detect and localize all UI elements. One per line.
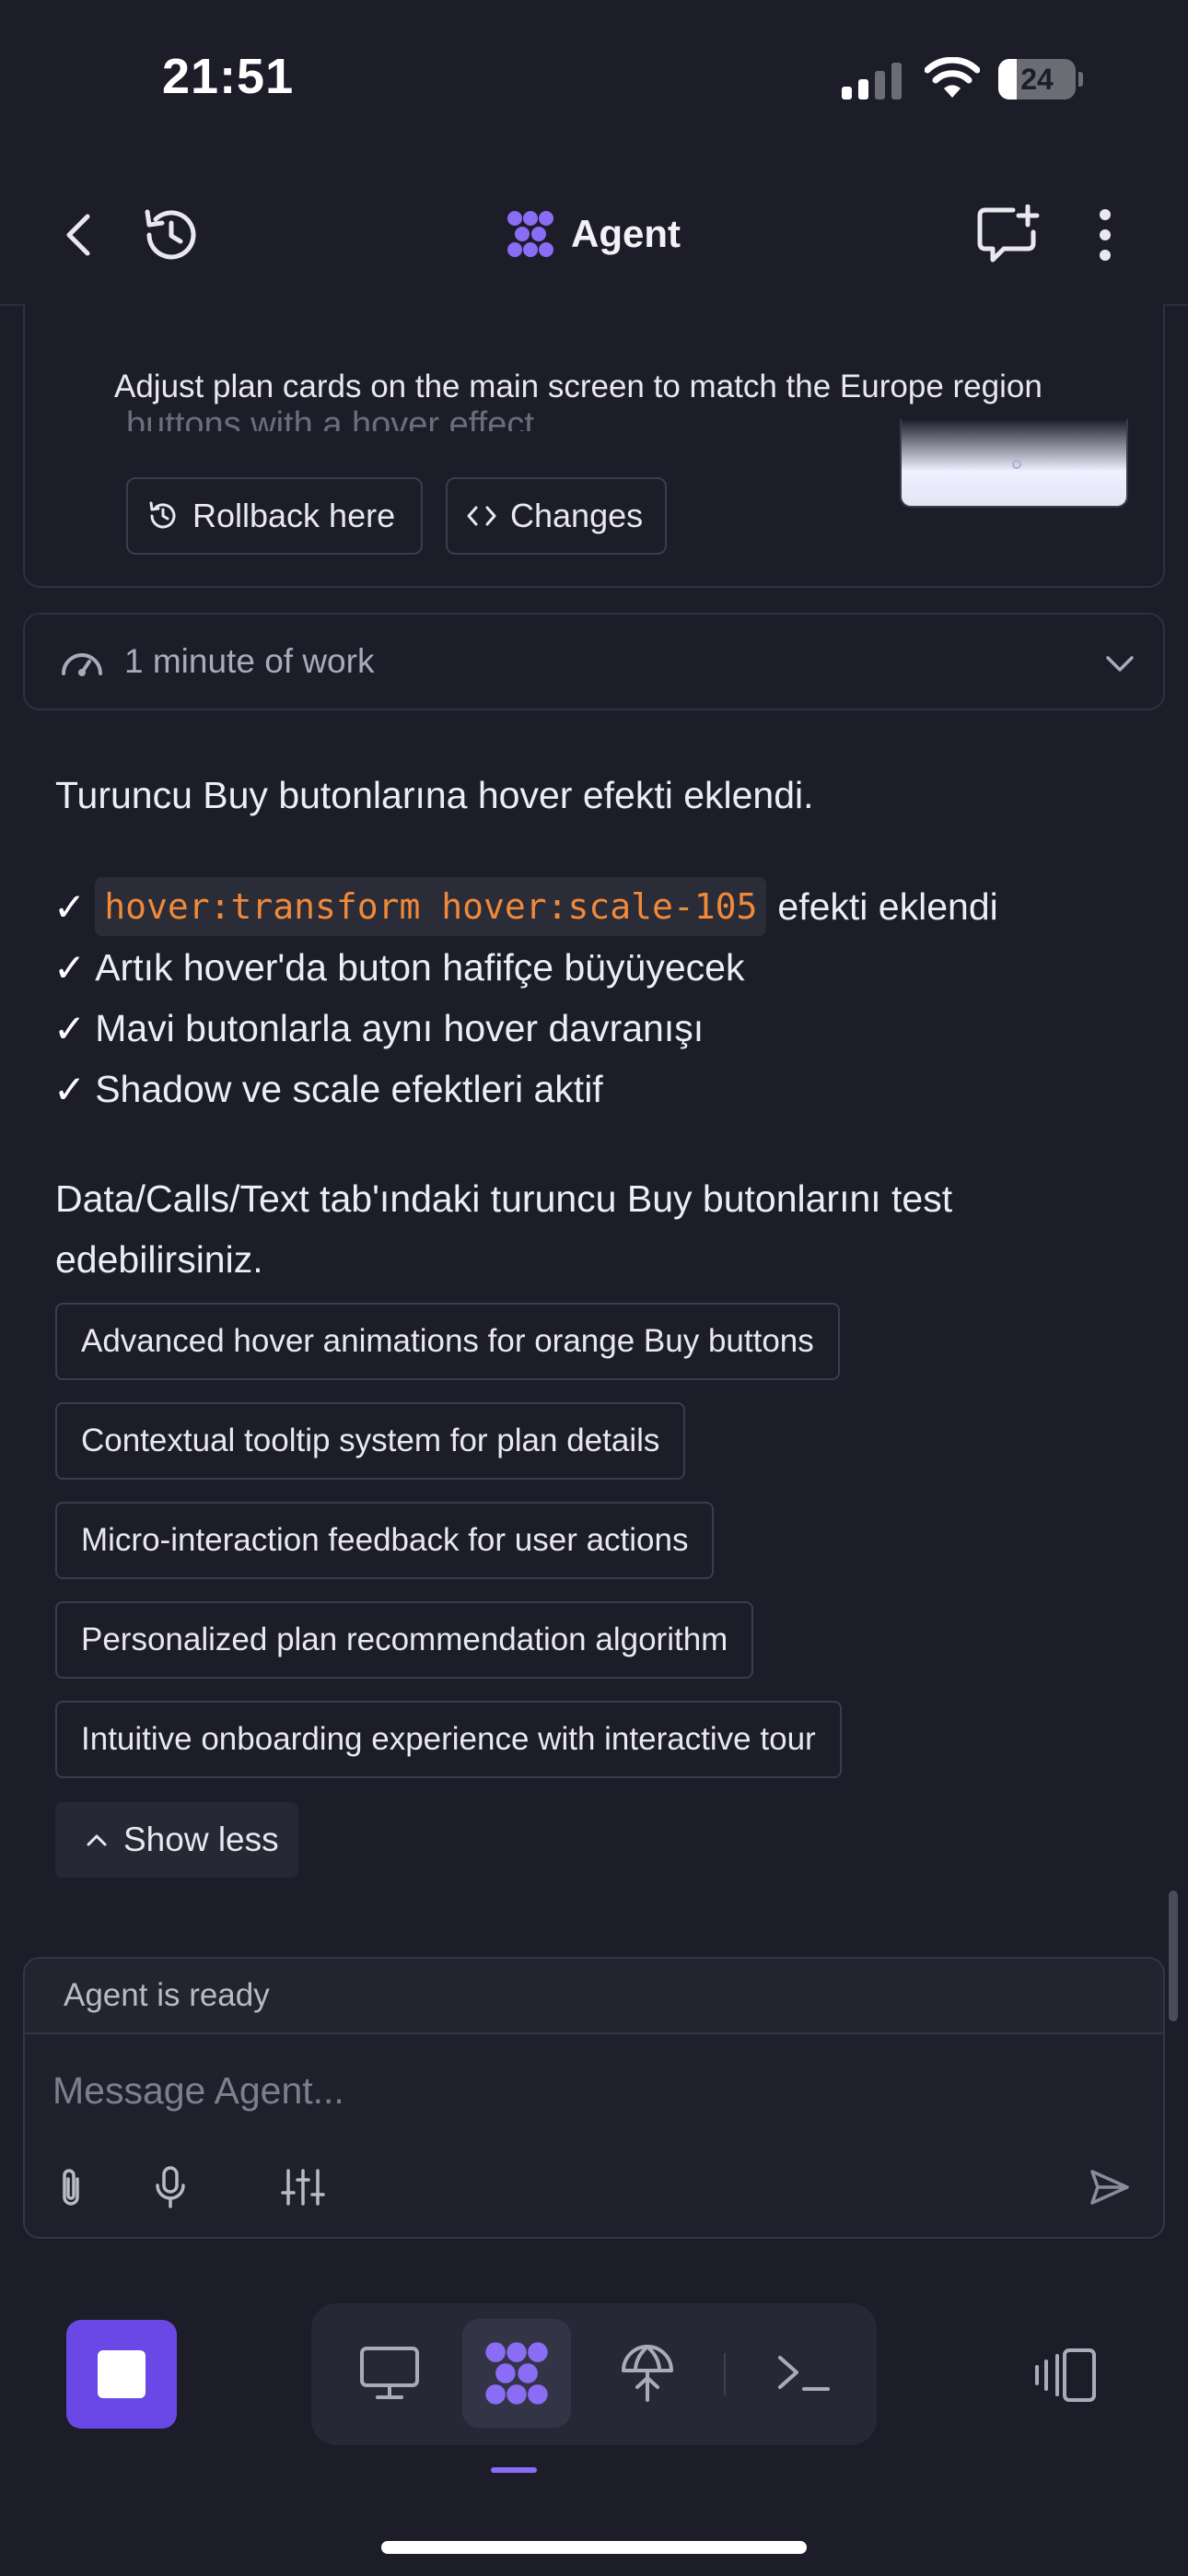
- history-icon: [149, 501, 176, 529]
- checkpoint-card-title: Adjust plan cards on the main screen to …: [114, 369, 1042, 404]
- check-item-text: Shadow ve scale efektleri aktif: [95, 1068, 603, 1110]
- inline-code: hover:transform hover:scale-105: [95, 877, 767, 936]
- sliders-icon: [281, 2169, 325, 2206]
- paperclip-icon: [63, 2169, 79, 2206]
- checkpoint-screenshot-thumbnail[interactable]: [900, 419, 1128, 508]
- speedometer-icon: [62, 653, 102, 676]
- microphone-icon: [156, 2166, 185, 2208]
- history-icon: [145, 209, 196, 260]
- check-item-text: Artık hover'da buton hafifçe büyüyecek: [95, 946, 745, 989]
- agent-message-closing: Data/Calls/Text tab'ındaki turuncu Buy b…: [55, 1177, 953, 1281]
- show-less-button[interactable]: Show less: [55, 1802, 298, 1878]
- home-indicator: [381, 2541, 807, 2554]
- wifi-icon: [925, 57, 980, 98]
- tab-agent[interactable]: [462, 2319, 571, 2428]
- suggestion-chip[interactable]: Contextual tooltip system for plan detai…: [55, 1402, 686, 1480]
- stop-icon: [98, 2350, 146, 2398]
- code-brackets-icon: [467, 506, 496, 526]
- chevron-up-icon: [87, 1834, 107, 1846]
- tab-deployments[interactable]: [593, 2319, 702, 2428]
- send-button[interactable]: [1082, 2160, 1137, 2215]
- rollback-here-button[interactable]: Rollback here: [126, 477, 423, 555]
- rollback-here-label: Rollback here: [192, 497, 396, 534]
- checkpoint-card: buttons with a hover effect Adjust plan …: [23, 304, 1165, 588]
- checkpoint-card-cut-text: buttons with a hover effect: [126, 405, 534, 431]
- attach-button[interactable]: [43, 2160, 99, 2215]
- page-title: Agent: [571, 212, 681, 255]
- scrollbar-thumb[interactable]: [1169, 1891, 1178, 2021]
- agent-logo-icon: [507, 211, 553, 257]
- more-options-button[interactable]: [1077, 199, 1133, 271]
- header-title-group: Agent: [507, 201, 681, 267]
- new-chat-button[interactable]: [972, 199, 1045, 271]
- active-tab-indicator: [491, 2467, 537, 2473]
- changes-label: Changes: [510, 497, 644, 534]
- check-item: ✓ Mavi butonlarla aynı hover davranışı: [53, 1006, 704, 1051]
- show-less-label: Show less: [123, 1821, 279, 1858]
- tab-console[interactable]: [750, 2319, 858, 2428]
- suggestion-chip[interactable]: Advanced hover animations for orange Buy…: [55, 1303, 840, 1380]
- settings-sliders-button[interactable]: [275, 2160, 331, 2215]
- check-mark: ✓: [53, 946, 87, 989]
- monitor-icon: [360, 2347, 419, 2399]
- top-app-bar: Agent: [0, 175, 1188, 306]
- check-item-text: efekti eklendi: [777, 884, 998, 928]
- agent-status: Agent is ready: [25, 1959, 1163, 2034]
- check-item: ✓ Shadow ve scale efektleri aktif: [53, 1067, 603, 1112]
- agent-logo-icon: [485, 2342, 548, 2405]
- terminal-icon: [778, 2356, 830, 2391]
- tab-preview[interactable]: [335, 2319, 444, 2428]
- microphone-button[interactable]: [143, 2160, 198, 2215]
- suggestion-chip[interactable]: Micro-interaction feedback for user acti…: [55, 1502, 715, 1579]
- status-time: 21:51: [162, 49, 295, 104]
- new-chat-icon: [977, 205, 1040, 263]
- tab-divider: [724, 2353, 726, 2395]
- cellular-signal-icon: [842, 63, 902, 100]
- check-mark: ✓: [53, 1007, 87, 1050]
- panel-layout-icon: [1035, 2348, 1096, 2402]
- workspace-tab-bar: [311, 2303, 877, 2445]
- stop-button[interactable]: [66, 2320, 177, 2429]
- battery-icon: 24: [998, 59, 1083, 100]
- changes-button[interactable]: Changes: [446, 477, 667, 555]
- work-duration-label: 1 minute of work: [124, 642, 375, 680]
- agent-message-intro: Turuncu Buy butonlarına hover efekti ekl…: [55, 774, 814, 816]
- work-duration-toggle[interactable]: 1 minute of work: [23, 613, 1165, 710]
- switch-layout-button[interactable]: [1030, 2338, 1103, 2412]
- suggestion-chip[interactable]: Intuitive onboarding experience with int…: [55, 1701, 842, 1778]
- history-button[interactable]: [134, 203, 207, 267]
- status-bar: 21:51 24: [0, 0, 1188, 138]
- battery-level: 24: [1020, 63, 1054, 96]
- more-vertical-icon: [1100, 209, 1111, 261]
- check-item: ✓ Artık hover'da buton hafifçe büyüyecek: [53, 945, 744, 990]
- suggestion-chip[interactable]: Personalized plan recommendation algorit…: [55, 1601, 754, 1679]
- deploy-icon: [622, 2345, 673, 2402]
- back-button[interactable]: [46, 203, 111, 267]
- check-item-text: Mavi butonlarla aynı hover davranışı: [95, 1007, 705, 1049]
- chevron-left-icon: [66, 214, 90, 256]
- chevron-down-icon: [1106, 656, 1134, 672]
- message-input[interactable]: [52, 2058, 1121, 2123]
- send-icon: [1090, 2170, 1129, 2205]
- message-composer: Agent is ready: [23, 1957, 1165, 2239]
- check-item: ✓ hover:transform hover:scale-105 efekti…: [53, 877, 998, 936]
- check-mark: ✓: [53, 884, 87, 929]
- check-mark: ✓: [53, 1068, 87, 1111]
